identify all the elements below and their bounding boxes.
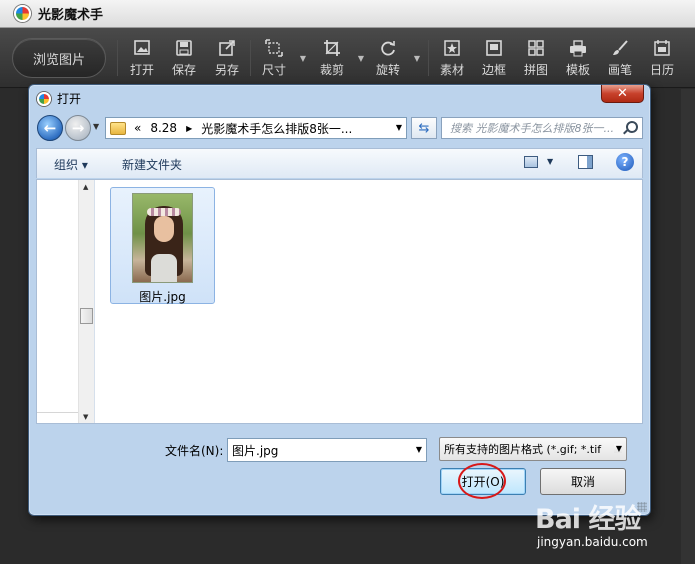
template-tool-button[interactable]: 模板 xyxy=(558,38,598,80)
frame-tool-button[interactable]: 边框 xyxy=(474,38,514,80)
calendar-tool-button[interactable]: 日历 xyxy=(642,38,682,80)
file-item[interactable]: 图片.jpg xyxy=(110,187,215,304)
file-browser: ▲ ▼ 图片.jpg xyxy=(36,179,643,424)
filename-input[interactable]: 图片.jpg ▼ xyxy=(227,438,427,462)
navigation-pane[interactable]: ▲ ▼ xyxy=(37,180,95,423)
close-button[interactable]: ✕ xyxy=(601,85,644,103)
breadcrumb-item[interactable]: 8.28 xyxy=(150,121,177,135)
save-tool-button[interactable]: 保存 xyxy=(164,38,204,80)
crop-icon xyxy=(321,38,343,58)
breadcrumb-overflow[interactable]: « xyxy=(134,121,141,135)
search-icon[interactable] xyxy=(626,121,638,133)
save-as-tool-button[interactable]: 另存 xyxy=(207,38,247,80)
dialog-app-icon xyxy=(37,91,51,106)
refresh-icon: ⇆ xyxy=(418,120,430,136)
refresh-button[interactable]: ⇆ xyxy=(411,117,437,139)
recent-locations-dropdown[interactable]: ▼ xyxy=(93,122,99,131)
app-logo-icon xyxy=(14,5,31,22)
toolbar-separator xyxy=(117,40,118,76)
filetype-value: 所有支持的图片格式 (*.gif; *.tif xyxy=(444,443,602,456)
help-icon[interactable]: ? xyxy=(616,153,634,171)
resize-dropdown-icon[interactable]: ▼ xyxy=(300,54,306,63)
watermark-url: jingyan.baidu.com xyxy=(537,535,648,549)
organize-button[interactable]: 组织 ▾ xyxy=(54,156,88,173)
rotate-tool-button[interactable]: 旋转 ▼ xyxy=(368,38,420,80)
back-button[interactable]: ← xyxy=(37,115,63,141)
folder-icon xyxy=(110,121,126,135)
resize-icon xyxy=(263,38,285,58)
baidu-jingyan-watermark: Bai 经验 jingyan.baidu.com xyxy=(535,493,695,564)
star-icon xyxy=(441,38,463,58)
rotate-dropdown-icon[interactable]: ▼ xyxy=(414,54,420,63)
image-open-icon xyxy=(131,38,153,58)
brush-tool-button[interactable]: 画笔 xyxy=(600,38,640,80)
filetype-dropdown-icon[interactable]: ▼ xyxy=(613,444,622,453)
breadcrumb-arrow-icon[interactable]: ▶ xyxy=(186,124,192,133)
open-file-dialog: 打开 ✕ ← → ▼ « 8.28 ▶ 光影魔术手怎么排版8张一... ▼ ⇆ … xyxy=(28,84,651,516)
image-thumbnail xyxy=(132,193,193,283)
change-view-icon[interactable] xyxy=(524,156,538,168)
search-input[interactable]: 搜索 光影魔术手怎么排版8张一... xyxy=(441,117,643,139)
app-title: 光影魔术手 xyxy=(38,8,104,23)
arrow-right-icon: → xyxy=(71,119,85,137)
open-tool-button[interactable]: 打开 xyxy=(122,38,162,80)
address-bar[interactable]: « 8.28 ▶ 光影魔术手怎么排版8张一... ▼ xyxy=(105,117,407,139)
rotate-icon xyxy=(377,38,399,58)
save-icon xyxy=(173,38,195,58)
toolbar-separator xyxy=(250,40,251,76)
crop-dropdown-icon[interactable]: ▼ xyxy=(358,54,364,63)
command-bar: 组织 ▾ 新建文件夹 ▼ ? xyxy=(36,148,643,178)
filename-label: 文件名(N): xyxy=(165,444,224,458)
save-as-icon xyxy=(216,38,238,58)
brush-icon xyxy=(609,38,631,58)
forward-button[interactable]: → xyxy=(65,115,91,141)
navigation-scrollbar[interactable]: ▲ ▼ xyxy=(78,180,94,423)
scroll-up-icon[interactable]: ▲ xyxy=(83,183,88,191)
address-dropdown-icon[interactable]: ▼ xyxy=(396,123,402,132)
file-name: 图片.jpg xyxy=(139,290,186,304)
new-folder-button[interactable]: 新建文件夹 xyxy=(122,156,182,173)
calendar-icon xyxy=(651,38,673,58)
close-icon: ✕ xyxy=(617,86,628,101)
filename-value: 图片.jpg xyxy=(232,443,279,458)
browse-images-button[interactable]: 浏览图片 xyxy=(12,38,106,78)
crop-tool-button[interactable]: 裁剪 ▼ xyxy=(312,38,364,80)
arrow-left-icon: ← xyxy=(43,119,57,137)
filename-dropdown-icon[interactable]: ▼ xyxy=(416,445,422,454)
printer-icon xyxy=(567,38,589,58)
filetype-select[interactable]: 所有支持的图片格式 (*.gif; *.tif ▼ xyxy=(439,437,627,461)
search-placeholder: 搜索 光影魔术手怎么排版8张一... xyxy=(450,122,614,135)
frame-icon xyxy=(483,38,505,58)
watermark-brand: Bai 经验 xyxy=(535,504,641,535)
grid-icon xyxy=(525,38,547,58)
scrollbar-thumb[interactable] xyxy=(80,308,93,324)
dialog-titlebar: 打开 xyxy=(37,90,81,107)
app-titlebar: 光影魔术手 xyxy=(0,0,695,28)
navigation-bar: ← → ▼ « 8.28 ▶ 光影魔术手怎么排版8张一... ▼ ⇆ 搜索 光影… xyxy=(35,115,644,141)
divider xyxy=(37,412,78,413)
collage-tool-button[interactable]: 拼图 xyxy=(516,38,556,80)
view-options-dropdown[interactable]: ▼ xyxy=(547,157,553,166)
preview-pane-icon[interactable] xyxy=(578,155,593,169)
scroll-down-icon[interactable]: ▼ xyxy=(83,413,88,421)
dialog-title: 打开 xyxy=(57,92,82,106)
toolbar-separator xyxy=(428,40,429,76)
material-tool-button[interactable]: 素材 xyxy=(432,38,472,80)
app-toolbar: 浏览图片 打开 保存 另存 尺寸 ▼ 裁剪 ▼ 旋转 ▼ 素材 边框 拼图 模板… xyxy=(0,28,695,88)
cancel-button[interactable]: 取消 xyxy=(540,468,626,495)
highlight-annotation xyxy=(458,463,506,499)
breadcrumb-item[interactable]: 光影魔术手怎么排版8张一... xyxy=(201,120,352,137)
resize-tool-button[interactable]: 尺寸 ▼ xyxy=(254,38,306,80)
